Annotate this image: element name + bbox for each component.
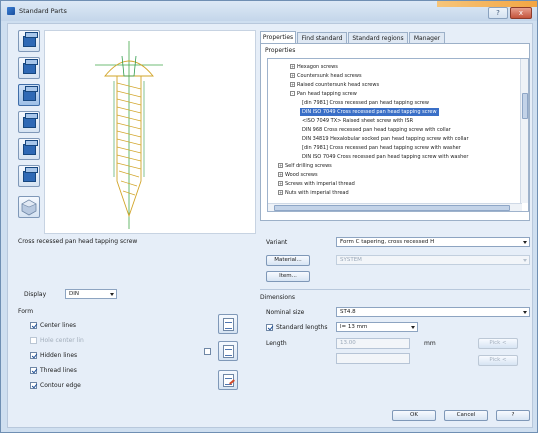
length-unit: mm — [424, 340, 436, 347]
tree-item[interactable]: <ISO 7049 TX> Raised sheet screw with IS… — [302, 117, 413, 125]
tree-item[interactable]: + Screws with imperial thread — [278, 180, 355, 188]
length-input[interactable]: 13.00 — [336, 338, 410, 349]
view-back-button[interactable] — [18, 165, 40, 187]
cube-view-icon — [23, 167, 38, 182]
side-option-checkbox[interactable] — [204, 347, 212, 356]
edit-table-button[interactable] — [218, 341, 238, 361]
tree-item[interactable]: + Nuts with imperial thread — [278, 189, 349, 197]
cube-view-icon — [23, 86, 38, 101]
close-button[interactable]: x — [510, 7, 532, 19]
dimensions-group-label: Dimensions — [260, 294, 296, 301]
standards-tree[interactable]: + Hexagon screws + Countersunk head screws… — [267, 58, 529, 212]
properties-group-label: Properties — [265, 47, 296, 54]
insert-button[interactable] — [218, 314, 238, 334]
ok-button[interactable]: OK — [392, 410, 436, 421]
chevron-down-icon — [523, 311, 527, 314]
display-label: Display — [24, 291, 47, 298]
standard-lengths-select[interactable]: l= 13 mm — [336, 322, 418, 332]
hole-center-lines-checkbox[interactable]: Hole center lin — [30, 336, 84, 345]
center-lines-checkbox[interactable]: Center lines — [30, 321, 76, 330]
tree-item[interactable]: [din 7981] Cross recessed pan head tappi… — [302, 144, 461, 152]
help-title-button[interactable]: ? — [488, 7, 508, 19]
tree-item[interactable]: - Pan head tapping screw — [290, 90, 357, 98]
scroll-thumb[interactable] — [274, 205, 510, 211]
item-button[interactable]: Item... — [266, 271, 310, 282]
view-section-button[interactable] — [18, 138, 40, 160]
pick-length-button[interactable]: Pick < — [478, 338, 518, 349]
properties-panel: Properties + Hexagon screws + Countersunk … — [260, 43, 530, 221]
scroll-thumb[interactable] — [522, 93, 528, 119]
second-value-input[interactable] — [336, 353, 410, 364]
material-value: SYSTEM — [340, 257, 362, 263]
display-select[interactable]: DIN — [65, 289, 117, 299]
form-label: Form — [18, 308, 34, 315]
tree-horizontal-scrollbar[interactable] — [268, 203, 522, 211]
cancel-button[interactable]: Cancel — [444, 410, 488, 421]
tree-item[interactable]: DIN 968 Cross recessed pan head tapping … — [302, 126, 451, 134]
view-iso-button[interactable] — [18, 111, 40, 133]
app-icon — [7, 7, 15, 15]
chevron-down-icon — [523, 259, 527, 262]
dialog-client: Cross recessed pan head tapping screw Di… — [7, 23, 533, 428]
standard-parts-window: Standard Parts ? x Cross recessed pan he… — [0, 0, 538, 433]
variant-select[interactable]: Form C tapering, cross recessed H — [336, 237, 530, 247]
tree-item[interactable]: + Countersunk head screws — [290, 72, 362, 80]
view-side-button[interactable] — [18, 84, 40, 106]
table-icon — [223, 345, 234, 358]
nominal-size-label: Nominal size — [266, 309, 305, 316]
part-preview — [44, 30, 256, 234]
variant-value: Form C tapering, cross recessed H — [340, 239, 435, 245]
window-title: Standard Parts — [19, 7, 67, 15]
contour-edge-checkbox[interactable]: Contour edge — [30, 381, 81, 390]
preview-caption: Cross recessed pan head tapping screw — [18, 238, 138, 245]
chevron-down-icon — [523, 241, 527, 244]
cube-view-icon — [23, 32, 38, 47]
pick-second-button[interactable]: Pick < — [478, 355, 518, 366]
view-front-button[interactable] — [18, 30, 40, 52]
tree-item[interactable]: DIN 34819 Hexalobular socked pan head ta… — [302, 135, 469, 143]
length-label: Length — [266, 340, 287, 347]
tree-item[interactable]: + Hexagon screws — [290, 63, 338, 71]
divider — [260, 289, 530, 290]
display-value: DIN — [69, 291, 79, 297]
standard-lengths-checkbox[interactable]: Standard lengths — [266, 323, 327, 332]
nominal-size-select[interactable]: ST4.8 — [336, 307, 530, 317]
tree-item[interactable]: DIN ISO 7049 Cross recessed pan head tap… — [302, 153, 468, 161]
material-button[interactable]: Material... — [266, 255, 310, 266]
tree-item[interactable]: [din 7981] Cross recessed pan head tappi… — [302, 99, 429, 107]
view-top-button[interactable] — [18, 57, 40, 79]
tree-item-selected[interactable]: DIN ISO 7049 Cross recessed pan head tap… — [300, 108, 439, 116]
hidden-lines-checkbox[interactable]: Hidden lines — [30, 351, 77, 360]
thread-lines-checkbox[interactable]: Thread lines — [30, 366, 77, 375]
chevron-down-icon — [411, 326, 415, 329]
material-select: SYSTEM — [336, 255, 530, 265]
cube-view-icon — [23, 59, 38, 74]
tree-item[interactable]: + Wood screws — [278, 171, 318, 179]
standard-lengths-value: l= 13 mm — [340, 324, 368, 330]
cube-view-icon — [23, 113, 38, 128]
tree-vertical-scrollbar[interactable] — [520, 59, 528, 203]
chevron-down-icon — [110, 293, 114, 296]
cube-view-icon — [23, 140, 38, 155]
variant-label: Variant — [266, 239, 288, 246]
title-bar: Standard Parts ? x — [1, 1, 537, 21]
nominal-size-value: ST4.8 — [340, 309, 356, 315]
edit-part-button[interactable] — [218, 370, 238, 390]
view-3d-button[interactable] — [18, 196, 40, 218]
tree-item[interactable]: + Raised countersunk head screws — [290, 81, 379, 89]
tree-item[interactable]: + Self drilling screws — [278, 162, 332, 170]
screw-drawing — [95, 41, 163, 229]
document-icon — [223, 318, 234, 331]
sphere-3d-icon — [21, 199, 37, 216]
help-button[interactable]: ? — [496, 410, 530, 421]
